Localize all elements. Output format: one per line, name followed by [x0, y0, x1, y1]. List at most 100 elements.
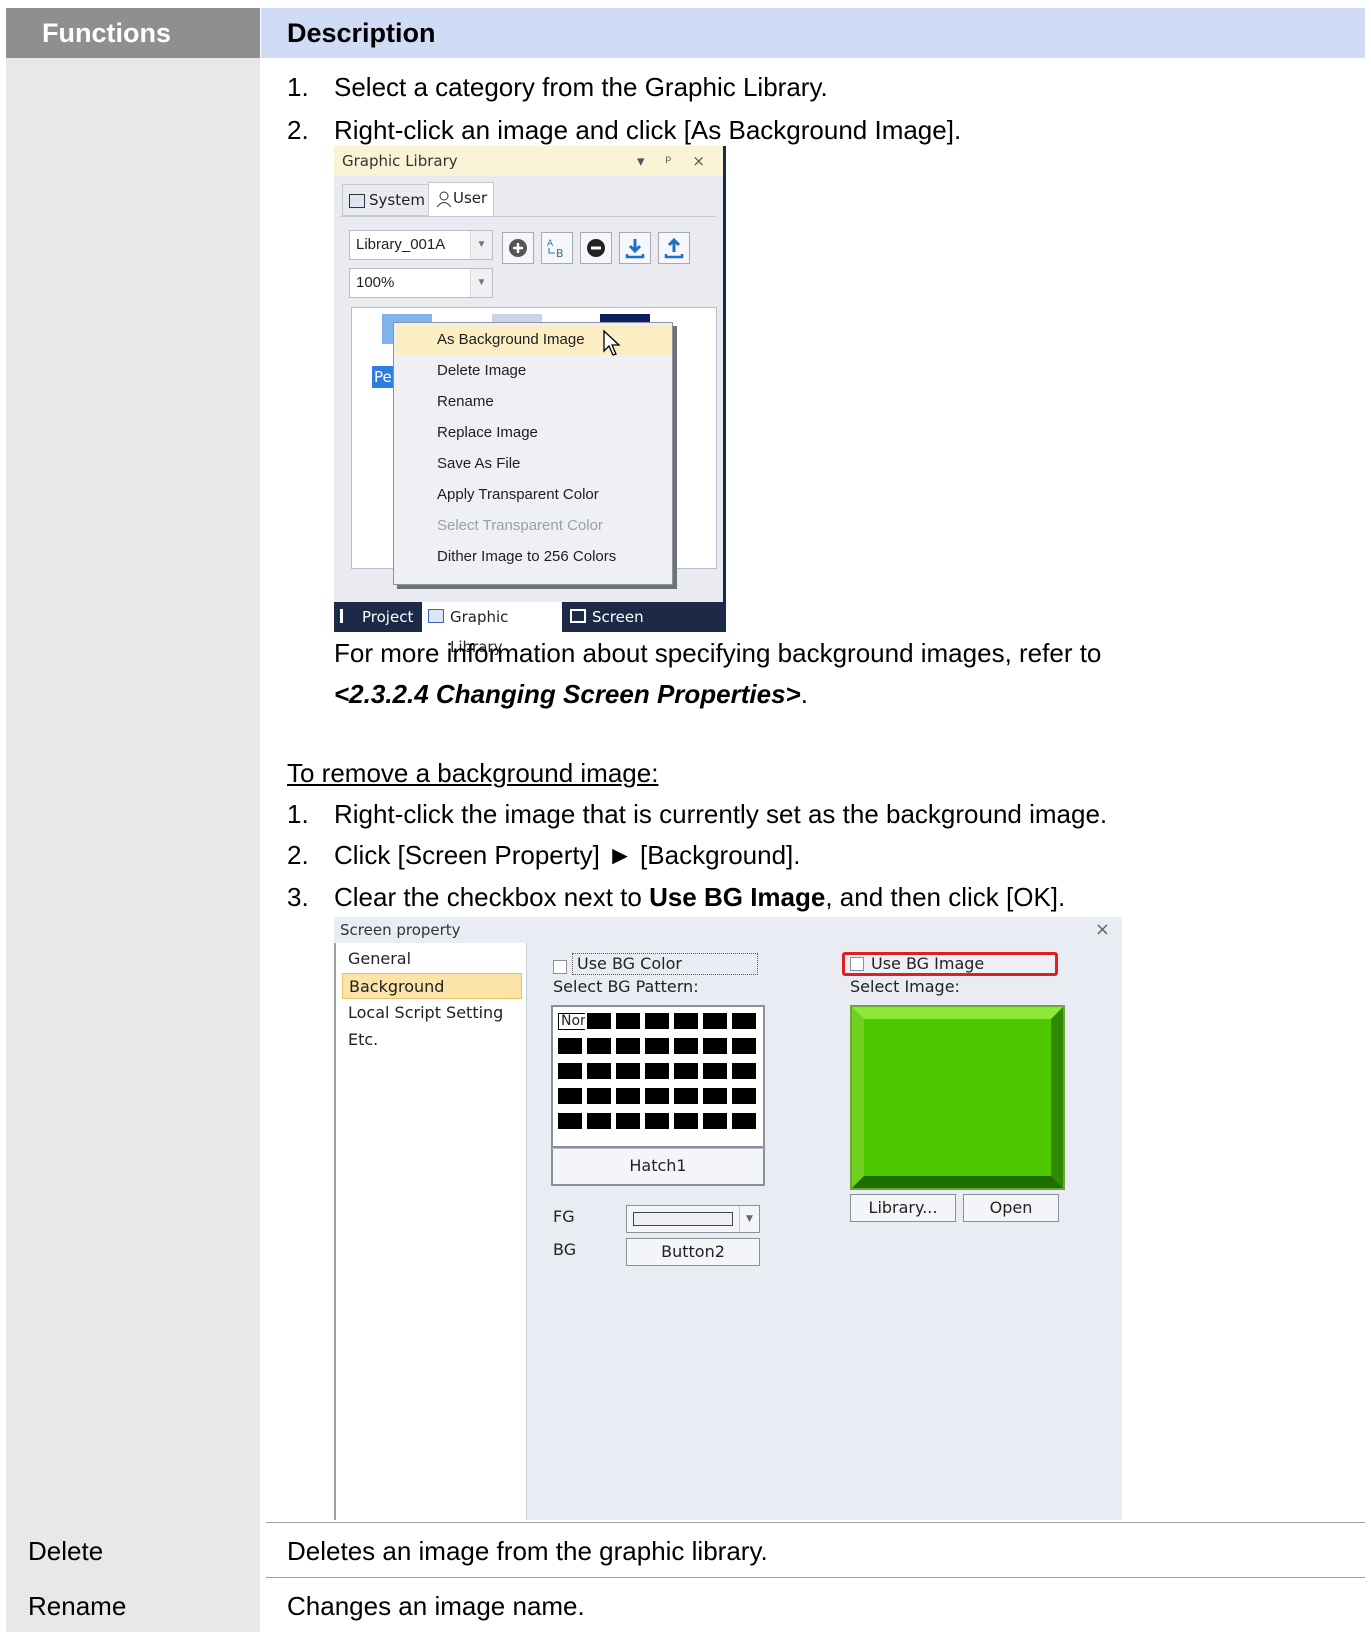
plus-circle-icon [509, 239, 527, 257]
pattern-swatch[interactable] [732, 1063, 756, 1079]
pattern-swatch[interactable] [732, 1088, 756, 1104]
nav-item-etc[interactable]: Etc. [342, 1027, 522, 1053]
reference-suffix: . [800, 679, 808, 709]
pattern-swatch[interactable] [558, 1113, 582, 1129]
pattern-swatch[interactable] [645, 1088, 669, 1104]
reference-link[interactable]: <2.3.2.4 Changing Screen Properties> [334, 679, 801, 709]
bg-pattern-grid[interactable]: Non [551, 1005, 765, 1148]
pattern-swatch[interactable] [587, 1038, 611, 1054]
tab-graphic-library[interactable]: Graphic Library [422, 602, 562, 656]
pattern-swatch[interactable] [558, 1063, 582, 1079]
fg-label: FG [553, 1207, 575, 1226]
selected-bg-image-preview[interactable] [850, 1005, 1065, 1190]
pattern-swatch[interactable] [616, 1088, 640, 1104]
pattern-swatch[interactable] [616, 1063, 640, 1079]
pattern-swatch[interactable] [674, 1013, 698, 1029]
select-bg-pattern-label: Select BG Pattern: [553, 977, 699, 996]
menu-item-rename[interactable]: Rename [395, 387, 671, 417]
tab-project[interactable]: Project [334, 602, 420, 632]
panel-title: Graphic Library [342, 152, 458, 170]
function-name-delete: Delete [28, 1536, 104, 1566]
green-button-image [852, 1007, 1063, 1188]
pattern-swatch[interactable] [703, 1038, 727, 1054]
remove-heading: To remove a background image: [287, 758, 659, 788]
add-image-button[interactable] [502, 232, 534, 264]
panel-bottom-tabs: Project Graphic Library Screen [334, 602, 726, 656]
import-button[interactable] [619, 232, 651, 264]
use-bg-image-checkbox[interactable] [850, 957, 864, 971]
pattern-swatch[interactable] [558, 1088, 582, 1104]
pattern-swatch[interactable] [616, 1113, 640, 1129]
library-select-value: Library_001A [356, 236, 446, 253]
step-number: 2. [287, 840, 309, 870]
pattern-swatch[interactable] [558, 1038, 582, 1054]
pattern-swatch[interactable] [587, 1088, 611, 1104]
svg-text:A: A [547, 239, 554, 249]
pattern-swatch[interactable] [616, 1013, 640, 1029]
pattern-swatch[interactable] [674, 1063, 698, 1079]
pattern-swatch[interactable] [732, 1038, 756, 1054]
menu-item-save-as-file[interactable]: Save As File [395, 449, 671, 479]
pattern-swatch[interactable] [645, 1063, 669, 1079]
pattern-swatch[interactable] [616, 1038, 640, 1054]
tab-screen[interactable]: Screen [564, 602, 654, 632]
pattern-swatch[interactable] [645, 1113, 669, 1129]
description-header: Description [261, 8, 1365, 58]
select-image-label: Select Image: [850, 977, 960, 996]
pattern-swatch[interactable] [587, 1113, 611, 1129]
pattern-swatch[interactable] [703, 1113, 727, 1129]
fg-color-select[interactable]: ▼ [626, 1205, 760, 1233]
chevron-down-icon: ▼ [470, 231, 492, 259]
pattern-swatch[interactable] [703, 1063, 727, 1079]
tab-label: System [369, 191, 425, 209]
pattern-swatch[interactable] [674, 1038, 698, 1054]
rename-ab-icon: AB [547, 239, 564, 260]
library-button[interactable]: Library... [850, 1194, 956, 1222]
pattern-swatch[interactable] [585, 1011, 613, 1031]
chevron-down-icon: ▼ [739, 1206, 759, 1232]
tab-label: Screen [592, 608, 644, 626]
bg-label: BG [553, 1240, 577, 1259]
pattern-swatch[interactable] [732, 1013, 756, 1029]
zoom-select-value: 100% [356, 274, 395, 291]
upload-icon [664, 237, 684, 259]
menu-item-as-background-image[interactable]: As Background Image [395, 325, 671, 355]
menu-item-apply-transparent-color[interactable]: Apply Transparent Color [395, 480, 671, 510]
pattern-swatch[interactable] [703, 1013, 727, 1029]
panel-window-buttons[interactable]: ▾ ᵖ × [637, 146, 713, 176]
open-button[interactable]: Open [963, 1194, 1059, 1222]
use-bg-image-label: Use BG Image [871, 954, 985, 973]
nav-item-background[interactable]: Background [342, 973, 522, 999]
pattern-swatch[interactable] [732, 1113, 756, 1129]
pattern-swatch[interactable] [703, 1088, 727, 1104]
bg-value-button[interactable]: Button2 [626, 1238, 760, 1266]
use-bg-color-checkbox[interactable] [553, 960, 567, 974]
nav-item-general[interactable]: General [342, 946, 522, 972]
pattern-swatch[interactable] [674, 1113, 698, 1129]
zoom-select[interactable]: 100% ▼ [349, 268, 493, 298]
menu-item-replace-image[interactable]: Replace Image [395, 418, 671, 448]
step-text: Select a category from the Graphic Libra… [334, 72, 828, 102]
rename-button[interactable]: AB [541, 232, 573, 264]
pattern-swatch[interactable] [587, 1063, 611, 1079]
tab-system[interactable]: System [342, 184, 432, 216]
close-icon[interactable]: × [1095, 917, 1110, 943]
context-menu: As Background Image Delete Image Rename … [393, 322, 673, 585]
menu-item-dither-image[interactable]: Dither Image to 256 Colors [395, 542, 671, 572]
tab-user[interactable]: User [428, 182, 495, 216]
pattern-swatch[interactable] [674, 1088, 698, 1104]
pattern-none-swatch[interactable]: Non [558, 1013, 589, 1030]
pattern-swatch[interactable] [645, 1013, 669, 1029]
chevron-down-icon: ▼ [470, 269, 492, 297]
delete-button[interactable] [580, 232, 612, 264]
step-number: 1. [287, 799, 309, 829]
pattern-swatch[interactable] [645, 1038, 669, 1054]
download-icon [625, 239, 645, 259]
nav-item-local-script-setting[interactable]: Local Script Setting [342, 1000, 522, 1026]
library-select[interactable]: Library_001A ▼ [349, 230, 493, 260]
dialog-nav: General Background Local Script Setting … [334, 943, 527, 1520]
export-button[interactable] [658, 232, 690, 264]
tab-underline [340, 216, 716, 217]
menu-item-delete-image[interactable]: Delete Image [395, 356, 671, 386]
row-divider [266, 1577, 1365, 1578]
